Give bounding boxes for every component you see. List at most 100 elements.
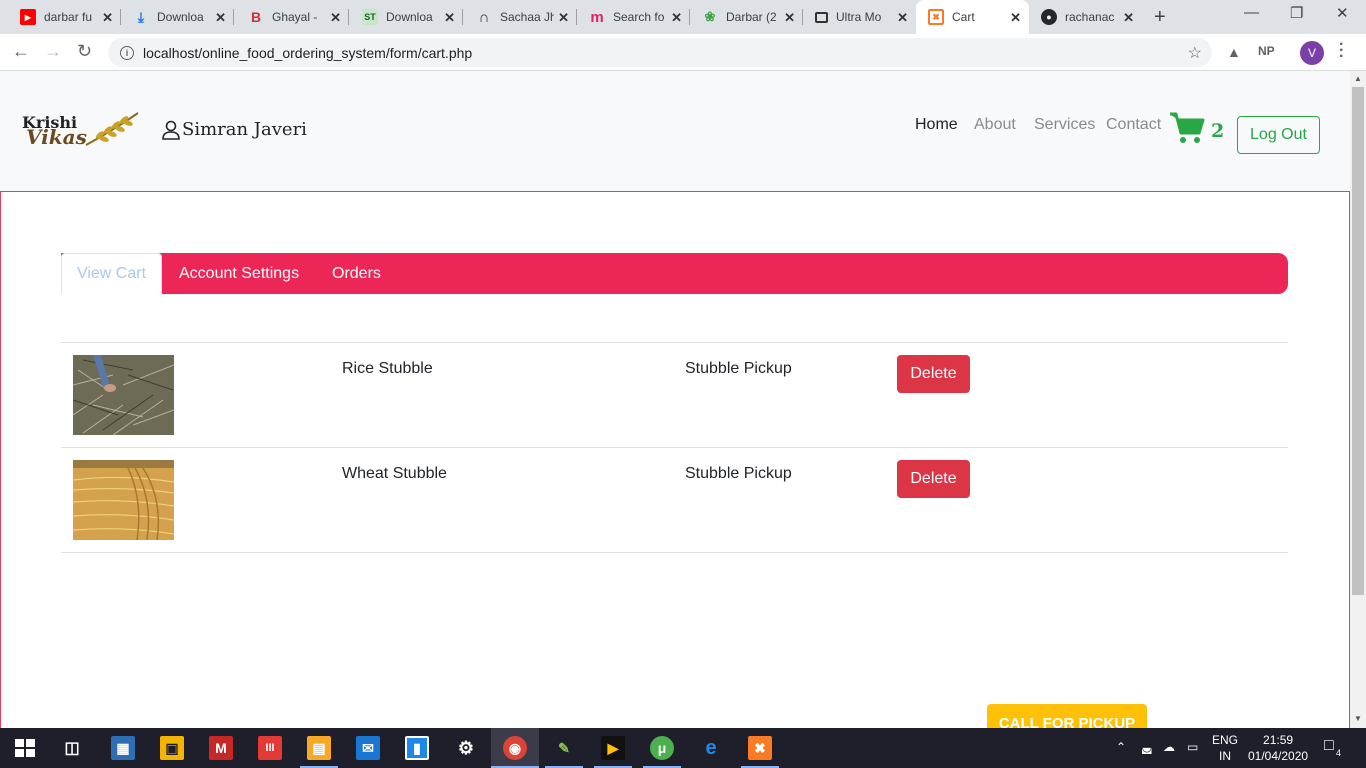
divider xyxy=(61,447,1288,448)
close-tab-icon[interactable]: ✕ xyxy=(897,10,908,26)
call-for-pickup-button[interactable]: CALL FOR PICKUP xyxy=(987,704,1147,728)
lyrics-icon: ∩ xyxy=(478,8,490,26)
close-tab-icon[interactable]: ✕ xyxy=(215,10,226,26)
new-tab-icon[interactable]: + xyxy=(1154,6,1166,29)
browser-toolbar: ← → ↻ i localhost/online_food_ordering_s… xyxy=(0,34,1366,71)
cart-item-service: Stubble Pickup xyxy=(685,465,792,482)
close-tab-icon[interactable]: ✕ xyxy=(330,10,341,26)
scroll-down-icon[interactable]: ▼ xyxy=(1354,714,1362,723)
scroll-up-icon[interactable]: ▲ xyxy=(1354,74,1362,83)
input-language[interactable]: ENG IN xyxy=(1212,732,1238,764)
cart-item-name: Wheat Stubble xyxy=(342,465,447,482)
browser-tab[interactable]: ● rachanac ✕ xyxy=(1029,0,1142,34)
wheat-stubble-image xyxy=(73,460,174,540)
scrollbar-thumb[interactable] xyxy=(1352,87,1364,595)
delete-button[interactable]: Delete xyxy=(897,355,970,393)
st-logo-icon: ST xyxy=(362,9,378,25)
logout-button[interactable]: Log Out xyxy=(1237,116,1320,154)
nav-home-link[interactable]: Home xyxy=(915,116,958,134)
cart-panel: View Cart Account Settings Orders Rice S… xyxy=(0,191,1350,728)
xampp-taskbar-icon[interactable]: ✖ xyxy=(748,736,772,760)
site-navbar: Krishi Vikas Simran Javeri Home About Se… xyxy=(0,71,1350,191)
close-tab-icon[interactable]: ✕ xyxy=(1123,10,1134,26)
browser-tab[interactable]: B Ghayal - ✕ xyxy=(236,0,349,34)
file-explorer-icon[interactable]: ▤ xyxy=(307,736,331,760)
notifications-icon[interactable]: □ xyxy=(1324,737,1334,755)
windows-start-icon[interactable] xyxy=(13,736,37,760)
page-scrollbar[interactable]: ▲ ▼ xyxy=(1350,71,1366,728)
nav-about-link[interactable]: About xyxy=(974,116,1016,134)
divider xyxy=(61,342,1288,343)
browser-tab[interactable]: ∩ Sachaa Jh ✕ xyxy=(464,0,577,34)
reload-icon[interactable]: ↻ xyxy=(77,41,92,62)
browser-tab[interactable]: ▶ darbar fu ✕ xyxy=(8,0,121,34)
wheat-icon xyxy=(85,112,139,146)
address-bar[interactable]: i localhost/online_food_ordering_system/… xyxy=(108,38,1212,67)
mcafee-icon[interactable]: M xyxy=(209,736,233,760)
close-tab-icon[interactable]: ✕ xyxy=(784,10,795,26)
account-tabs: View Cart Account Settings Orders xyxy=(61,253,1288,294)
mail-icon[interactable]: ✉ xyxy=(356,736,380,760)
edge-icon[interactable]: e xyxy=(699,736,723,760)
menu-dots-icon[interactable]: · · · xyxy=(1339,37,1344,65)
krishi-vikas-logo[interactable]: Krishi Vikas xyxy=(22,111,140,151)
pen-app-icon[interactable]: ✎ xyxy=(552,736,576,760)
warning-triangle-icon[interactable]: ▲ xyxy=(1227,44,1241,60)
cart-count-badge: 2 xyxy=(1211,120,1225,142)
close-window-icon[interactable]: ✕ xyxy=(1336,4,1349,22)
browser-tab-active[interactable]: ✖ Cart ✕ xyxy=(916,0,1029,34)
xampp-icon: ✖ xyxy=(928,9,944,25)
battery-icon[interactable]: ▭ xyxy=(1187,740,1198,754)
store-icon[interactable]: ▣ xyxy=(160,736,184,760)
cart-item-name: Rice Stubble xyxy=(342,360,433,377)
divider xyxy=(61,552,1288,553)
forward-icon[interactable]: → xyxy=(44,41,62,62)
user-icon xyxy=(162,120,180,140)
url-text: localhost/online_food_ordering_system/fo… xyxy=(143,44,473,61)
close-tab-icon[interactable]: ✕ xyxy=(102,10,113,26)
tray-chevron-icon[interactable]: ⌃ xyxy=(1116,740,1126,754)
profile-avatar[interactable]: V xyxy=(1300,41,1324,65)
app-icon[interactable]: ▮ xyxy=(405,736,429,760)
m-logo-icon: m xyxy=(590,8,604,26)
browser-tab[interactable]: ❀ Darbar (2 ✕ xyxy=(690,0,803,34)
media-player-icon[interactable]: ▶ xyxy=(601,736,625,760)
chrome-icon[interactable]: ◉ xyxy=(503,736,527,760)
close-tab-icon[interactable]: ✕ xyxy=(671,10,682,26)
task-view-icon[interactable]: ◫ xyxy=(60,736,84,760)
leaf-logo-icon: ❀ xyxy=(704,9,716,24)
onedrive-icon[interactable]: ☁ xyxy=(1163,740,1175,754)
back-icon[interactable]: ← xyxy=(12,41,30,62)
tab-account-settings[interactable]: Account Settings xyxy=(179,253,299,294)
shopping-cart-icon[interactable] xyxy=(1169,111,1205,145)
youtube-icon: ▶ xyxy=(20,9,36,25)
delete-button[interactable]: Delete xyxy=(897,460,970,498)
media-app-icon[interactable]: III xyxy=(258,736,282,760)
minimize-icon[interactable]: — xyxy=(1244,4,1259,21)
browser-tab-strip: ▶ darbar fu ✕ ⤓ Downloa ✕ B Ghayal - ✕ S… xyxy=(0,0,1366,34)
close-tab-icon[interactable]: ✕ xyxy=(444,10,455,26)
extension-np[interactable]: NP xyxy=(1258,44,1275,58)
network-icon[interactable]: ◛ xyxy=(1141,740,1153,754)
utorrent-icon[interactable]: μ xyxy=(650,736,674,760)
settings-gear-icon[interactable]: ⚙ xyxy=(454,736,478,760)
nav-services-link[interactable]: Services xyxy=(1034,116,1095,134)
tab-view-cart[interactable]: View Cart xyxy=(61,253,162,294)
close-tab-icon[interactable]: ✕ xyxy=(1010,10,1021,26)
restore-icon[interactable]: ❐ xyxy=(1290,4,1303,22)
browser-tab[interactable]: m Search fo ✕ xyxy=(577,0,690,34)
notification-count: 4 xyxy=(1336,748,1342,758)
tab-orders[interactable]: Orders xyxy=(332,253,381,294)
close-tab-icon[interactable]: ✕ xyxy=(558,10,569,26)
browser-tab[interactable]: ST Downloa ✕ xyxy=(350,0,463,34)
nav-contact-link[interactable]: Contact xyxy=(1106,116,1161,134)
system-clock[interactable]: 21:59 01/04/2020 xyxy=(1248,732,1308,764)
desktop-app-icon[interactable]: ▦ xyxy=(111,736,135,760)
browser-tab[interactable]: Ultra Mo ✕ xyxy=(803,0,916,34)
github-icon: ● xyxy=(1041,9,1057,25)
cart-item-service: Stubble Pickup xyxy=(685,360,792,377)
browser-tab[interactable]: ⤓ Downloa ✕ xyxy=(121,0,234,34)
windows-taskbar: ◫ ▦ ▣ M III ▤ ✉ ▮ ⚙ ◉ ✎ ▶ μ e ✖ ⌃ ◛ ☁ ▭ … xyxy=(0,728,1366,768)
info-icon[interactable]: i xyxy=(120,45,134,60)
bookmark-star-icon[interactable]: ☆ xyxy=(1188,43,1202,63)
